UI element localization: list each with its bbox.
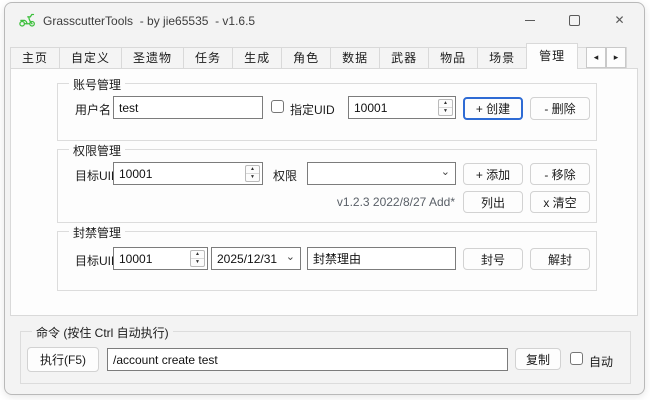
ban-target-uid-input[interactable]: 10001 ▲ ▼ bbox=[113, 247, 208, 270]
tab-scene[interactable]: 场景 bbox=[477, 47, 527, 69]
spin-up-icon[interactable]: ▲ bbox=[439, 100, 452, 108]
execute-button[interactable]: 执行(F5) bbox=[27, 347, 99, 372]
account-group-title: 账号管理 bbox=[69, 76, 125, 93]
version-note: v1.2.3 2022/8/27 Add* bbox=[255, 195, 455, 209]
close-icon: ✕ bbox=[614, 14, 624, 26]
account-uid-input[interactable]: 10001 ▲ ▼ bbox=[348, 96, 456, 119]
ban-reason-input[interactable] bbox=[307, 247, 456, 270]
tab-data[interactable]: 数据 bbox=[330, 47, 380, 69]
permission-uid-spinner[interactable]: ▲ ▼ bbox=[245, 165, 260, 182]
spin-up-icon[interactable]: ▲ bbox=[246, 166, 259, 174]
specify-uid-label: 指定UID bbox=[290, 101, 335, 118]
spin-up-icon[interactable]: ▲ bbox=[191, 251, 204, 259]
auto-checkbox[interactable] bbox=[570, 352, 583, 365]
ban-uid-spinner[interactable]: ▲ ▼ bbox=[190, 250, 205, 267]
tab-artifact[interactable]: 圣遗物 bbox=[121, 47, 184, 69]
tab-strip: 主页自定义圣遗物任务生成角色数据武器物品场景管理关于 bbox=[10, 43, 627, 69]
specify-uid-checkbox[interactable] bbox=[271, 100, 284, 113]
auto-label: 自动 bbox=[589, 353, 613, 370]
app-logo-icon bbox=[18, 10, 36, 28]
spin-down-icon[interactable]: ▼ bbox=[439, 108, 452, 115]
account-uid-spinner[interactable]: ▲ ▼ bbox=[438, 99, 453, 116]
title-bar[interactable]: GrasscutterTools - by jie65535 - v1.6.5 … bbox=[5, 3, 644, 41]
chevron-down-icon: ⌄ bbox=[441, 163, 450, 180]
app-window: GrasscutterTools - by jie65535 - v1.6.5 … bbox=[4, 2, 645, 395]
permission-group-title: 权限管理 bbox=[69, 142, 125, 159]
clear-permissions-button[interactable]: x 清空 bbox=[530, 191, 590, 213]
username-label: 用户名 bbox=[75, 101, 111, 118]
permission-target-uid-input[interactable]: 10001 ▲ ▼ bbox=[113, 162, 263, 185]
permission-label: 权限 bbox=[273, 167, 297, 184]
command-input[interactable] bbox=[107, 348, 508, 371]
tab-spawn[interactable]: 生成 bbox=[232, 47, 282, 69]
ban-button[interactable]: 封号 bbox=[463, 248, 523, 270]
chevron-down-icon: ⌄ bbox=[286, 248, 295, 265]
remove-permission-button[interactable]: - 移除 bbox=[530, 163, 590, 185]
minimize-icon bbox=[525, 20, 535, 21]
tab-home[interactable]: 主页 bbox=[10, 47, 60, 69]
tab-item[interactable]: 物品 bbox=[428, 47, 478, 69]
copy-button[interactable]: 复制 bbox=[515, 348, 561, 370]
spin-down-icon[interactable]: ▼ bbox=[191, 259, 204, 266]
minimize-button[interactable] bbox=[507, 3, 552, 37]
command-group-title: 命令 (按住 Ctrl 自动执行) bbox=[32, 324, 173, 341]
window-title: GrasscutterTools - by jie65535 - v1.6.5 bbox=[43, 14, 255, 28]
triangle-left-icon: ◂ bbox=[594, 52, 599, 63]
maximize-button[interactable] bbox=[552, 3, 597, 37]
maximize-icon bbox=[569, 15, 580, 26]
permission-combobox[interactable]: ⌄ bbox=[307, 162, 456, 185]
username-input[interactable] bbox=[113, 96, 263, 119]
tab-custom[interactable]: 自定义 bbox=[59, 47, 122, 69]
close-button[interactable]: ✕ bbox=[597, 3, 642, 37]
create-account-button[interactable]: + 创建 bbox=[463, 97, 523, 120]
spin-down-icon[interactable]: ▼ bbox=[246, 174, 259, 181]
unban-button[interactable]: 解封 bbox=[530, 248, 590, 270]
tab-management[interactable]: 管理 bbox=[526, 43, 578, 69]
tab-avatar[interactable]: 角色 bbox=[281, 47, 331, 69]
tab-scroll-right-button[interactable]: ▸ bbox=[606, 47, 626, 68]
delete-account-button[interactable]: - 删除 bbox=[530, 97, 590, 120]
triangle-right-icon: ▸ bbox=[614, 52, 619, 63]
tab-quest[interactable]: 任务 bbox=[183, 47, 233, 69]
add-permission-button[interactable]: + 添加 bbox=[463, 163, 523, 185]
list-permissions-button[interactable]: 列出 bbox=[463, 191, 523, 213]
ban-expire-date-picker[interactable]: 2025/12/31 ⌄ bbox=[211, 247, 301, 270]
tab-weapon[interactable]: 武器 bbox=[379, 47, 429, 69]
tab-scroll-left-button[interactable]: ◂ bbox=[586, 47, 606, 68]
ban-group-title: 封禁管理 bbox=[69, 224, 125, 241]
